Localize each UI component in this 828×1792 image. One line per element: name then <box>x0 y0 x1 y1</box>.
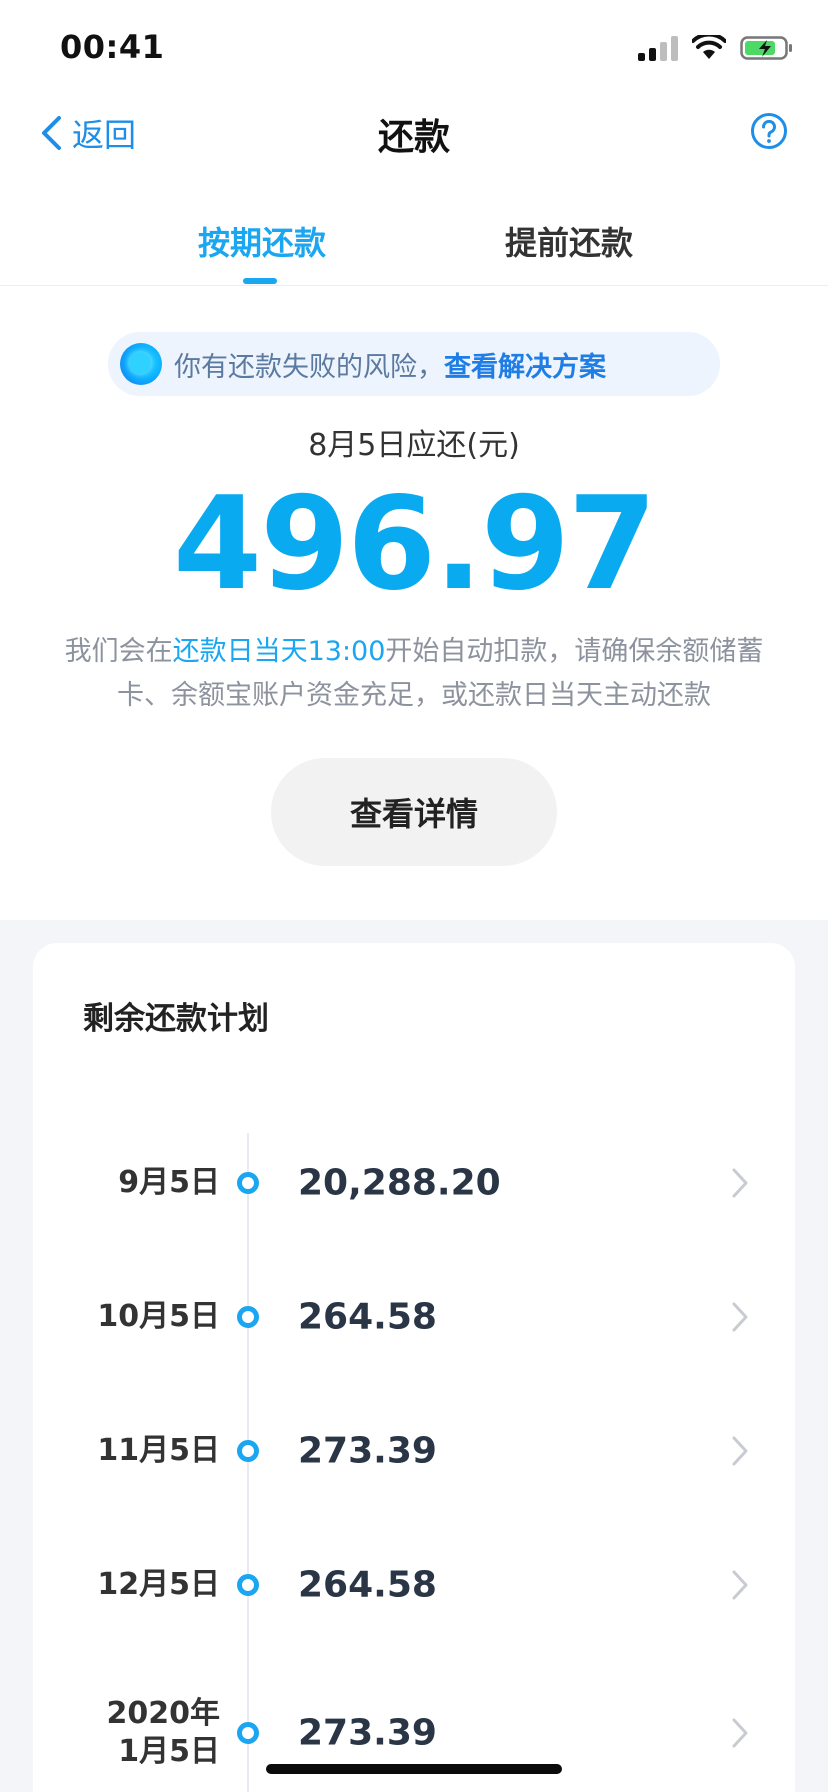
plan-row[interactable]: 12月5日 264.58 <box>33 1535 795 1635</box>
due-amount: 496.97 <box>173 470 657 619</box>
timeline-dot <box>237 1306 259 1328</box>
chevron-right-icon <box>732 1302 748 1332</box>
risk-banner[interactable]: 你有还款失败的风险， 查看解决方案 <box>108 332 720 396</box>
active-tab-indicator <box>243 278 277 284</box>
plan-amount: 264.58 <box>298 1296 437 1338</box>
status-icons <box>638 34 794 62</box>
view-solution-link[interactable]: 查看解决方案 <box>444 345 606 384</box>
timeline-dot <box>237 1574 259 1596</box>
plan-date: 10月5日 <box>97 1299 220 1334</box>
plan-date: 9月5日 <box>118 1165 220 1200</box>
plan-title: 剩余还款计划 <box>83 1001 269 1037</box>
chevron-right-icon <box>732 1718 748 1748</box>
timeline-dot <box>237 1440 259 1462</box>
plan-row[interactable]: 11月5日 273.39 <box>33 1401 795 1501</box>
plan-date-day: 1月5日 <box>118 1734 220 1769</box>
remaining-plan-card: 剩余还款计划 9月5日 20,288.20 10月5日 264.58 11月5日… <box>33 943 795 1792</box>
risk-text: 你有还款失败的风险， <box>174 351 444 383</box>
plan-amount: 273.39 <box>298 1712 437 1754</box>
top-section: 00:41 返回 还款 按期还款 提前还款 你有还款失败的风险， 查看解决方案 … <box>0 0 828 920</box>
warning-orb-icon <box>120 343 162 385</box>
help-button[interactable] <box>750 112 788 154</box>
plan-date: 11月5日 <box>97 1433 220 1468</box>
status-time: 00:41 <box>60 28 165 66</box>
chevron-right-icon <box>732 1436 748 1466</box>
battery-charging-icon <box>740 36 792 60</box>
plan-date: 12月5日 <box>97 1567 220 1602</box>
plan-date-year: 2020年 <box>106 1696 221 1731</box>
chevron-right-icon <box>732 1168 748 1198</box>
tab-early-repayment[interactable]: 提前还款 <box>505 218 633 264</box>
question-circle-icon <box>751 113 787 149</box>
plan-amount: 273.39 <box>298 1430 437 1472</box>
chevron-right-icon <box>732 1570 748 1600</box>
timeline-dot <box>237 1722 259 1744</box>
plan-amount: 264.58 <box>298 1564 437 1606</box>
plan-row[interactable]: 9月5日 20,288.20 <box>33 1133 795 1233</box>
plan-row[interactable]: 10月5日 264.58 <box>33 1267 795 1367</box>
home-indicator <box>266 1764 562 1774</box>
plan-amount: 20,288.20 <box>298 1162 501 1204</box>
due-date-label: 8月5日应还(元) <box>308 428 520 463</box>
tab-bar: 按期还款 提前还款 <box>0 200 828 286</box>
cellular-signal-icon <box>638 35 678 61</box>
page-title: 还款 <box>377 117 450 158</box>
auto-debit-description: 我们会在还款日当天13:00开始自动扣款，请确保余额储蓄卡、余额宝账户资金充足，… <box>40 630 788 718</box>
timeline-dot <box>237 1172 259 1194</box>
wifi-icon <box>692 35 726 59</box>
description-part1: 我们会在 <box>64 636 173 667</box>
view-details-button[interactable]: 查看详情 <box>271 758 557 866</box>
description-highlight: 还款日当天13:00 <box>172 636 386 667</box>
tab-scheduled-repayment[interactable]: 按期还款 <box>198 218 326 264</box>
plan-date: 2020年 1月5日 <box>107 1695 221 1771</box>
